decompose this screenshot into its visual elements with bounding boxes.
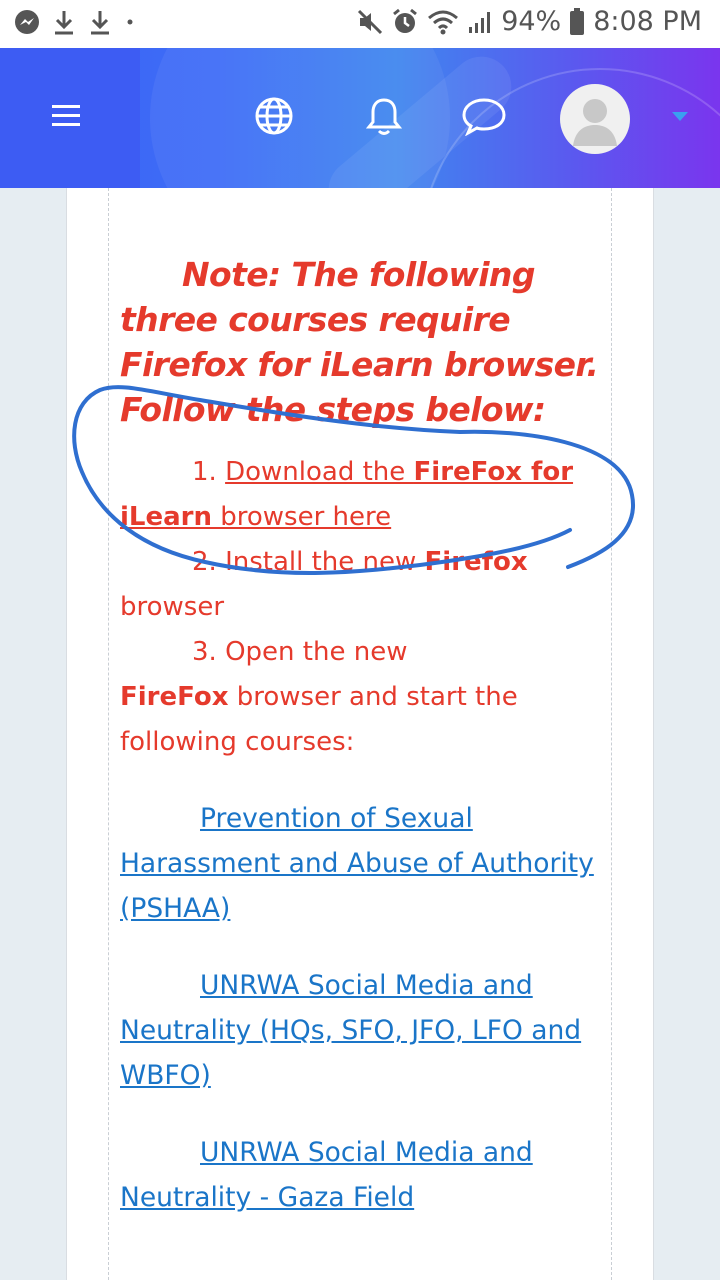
course-item: UNRWA Social Media and Neutrality - Gaza… bbox=[120, 1130, 600, 1220]
messenger-icon bbox=[14, 9, 40, 35]
caret-down-icon[interactable] bbox=[672, 112, 688, 121]
link-text: browser here bbox=[212, 502, 392, 532]
app-header bbox=[0, 48, 720, 188]
globe-icon bbox=[254, 96, 294, 140]
step-2-text: 2. Install the new bbox=[192, 547, 425, 577]
download-firefox-link[interactable]: Download the FireFox for iLearn browser … bbox=[120, 457, 573, 532]
course-link-social-media-gaza[interactable]: UNRWA Social Media and Neutrality - Gaza… bbox=[120, 1137, 533, 1213]
step-2-text: browser bbox=[120, 592, 225, 622]
alarm-icon bbox=[391, 8, 419, 36]
course-link-social-media-neutrality[interactable]: UNRWA Social Media and Neutrality (HQs, … bbox=[120, 970, 581, 1091]
step-3-bold: FireFox bbox=[120, 682, 229, 712]
dot-icon bbox=[124, 16, 136, 28]
bell-icon bbox=[365, 96, 403, 140]
clock-time: 8:08 PM bbox=[593, 6, 702, 37]
course-item: Prevention of Sexual Harassment and Abus… bbox=[120, 796, 600, 931]
course-item: UNRWA Social Media and Neutrality (HQs, … bbox=[120, 963, 600, 1098]
step-2: 2. Install the new Firefox browser bbox=[120, 540, 600, 630]
download-icon bbox=[52, 8, 76, 36]
chat-icon bbox=[461, 96, 507, 140]
note-text: Note: The following three courses requir… bbox=[120, 255, 599, 429]
status-bar-left-icons bbox=[14, 8, 136, 36]
link-text: Download the bbox=[225, 457, 414, 487]
download-icon bbox=[88, 8, 112, 36]
language-button[interactable] bbox=[248, 92, 300, 144]
mute-icon bbox=[357, 9, 383, 35]
note-heading: Note: The following three courses requir… bbox=[120, 252, 610, 432]
battery-icon bbox=[569, 7, 585, 36]
status-bar-right: 94% 8:08 PM bbox=[357, 6, 702, 37]
course-link-pshaa[interactable]: Prevention of Sexual Harassment and Abus… bbox=[120, 803, 594, 924]
menu-icon bbox=[50, 103, 82, 133]
battery-percent: 94% bbox=[501, 6, 562, 37]
notifications-button[interactable] bbox=[358, 92, 410, 144]
status-bar: 94% 8:08 PM bbox=[0, 0, 720, 48]
step-1-number: 1. bbox=[192, 457, 226, 487]
steps-list: 1. Download the FireFox for iLearn brows… bbox=[120, 450, 600, 765]
step-3: 3. Open the new FireFox browser and star… bbox=[120, 630, 600, 765]
menu-button[interactable] bbox=[40, 92, 92, 144]
step-2-bold: Firefox bbox=[424, 547, 528, 577]
step-1: 1. Download the FireFox for iLearn brows… bbox=[120, 450, 600, 540]
signal-icon bbox=[467, 9, 493, 35]
user-avatar[interactable] bbox=[560, 84, 630, 154]
messages-button[interactable] bbox=[456, 92, 512, 144]
step-3-text: 3. Open the new bbox=[192, 637, 408, 667]
course-links: Prevention of Sexual Harassment and Abus… bbox=[120, 796, 600, 1252]
wifi-icon bbox=[427, 9, 459, 35]
